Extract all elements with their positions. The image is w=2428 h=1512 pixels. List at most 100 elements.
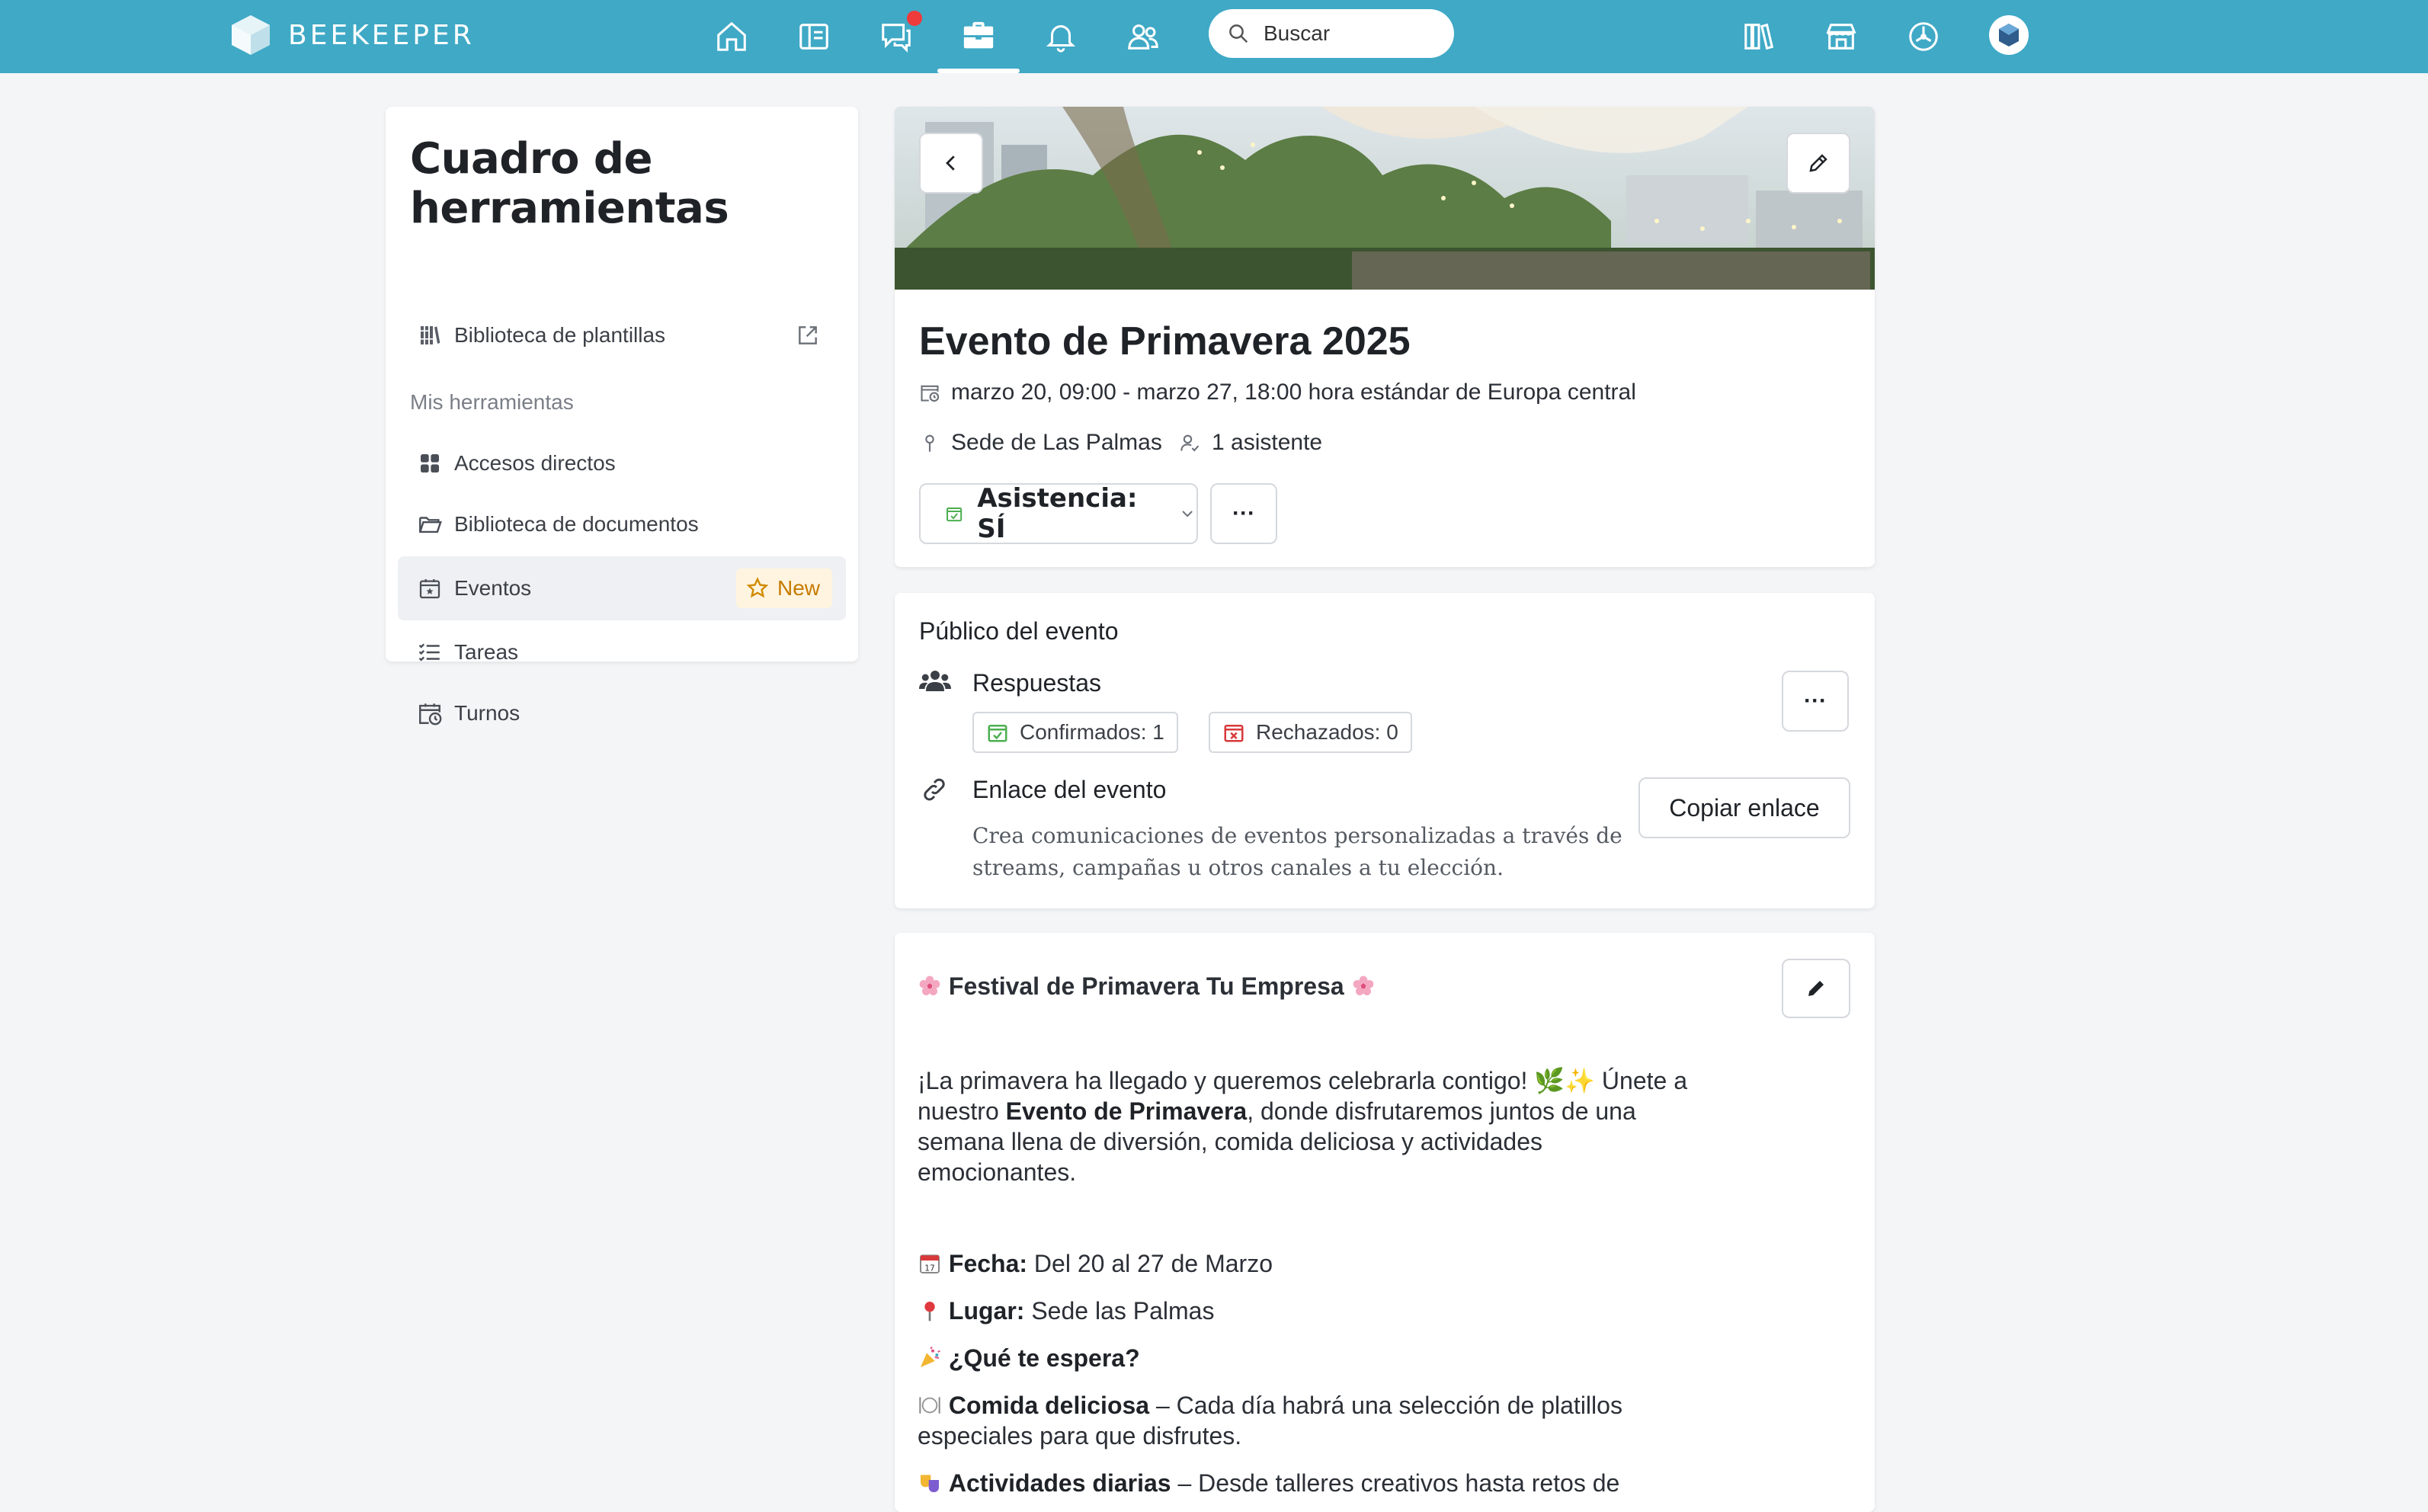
event-attendees[interactable]: 1 asistente: [1180, 430, 1322, 456]
sidebar-item-shifts[interactable]: Turnos: [398, 681, 846, 745]
calendar-check-icon: [988, 725, 1007, 742]
folder-icon: [416, 511, 444, 538]
audience-title: Público del evento: [919, 617, 1119, 645]
edit-cover-button[interactable]: [1786, 133, 1850, 194]
cherry-blossom-icon: [919, 975, 940, 995]
event-description-card: Festival de Primavera Tu Empresa ¡La pri…: [895, 933, 1875, 1512]
beekeeper-logo-icon: [232, 15, 270, 55]
search-input[interactable]: [1264, 21, 1431, 46]
copy-link-button[interactable]: Copiar enlace: [1638, 777, 1850, 838]
notifications-icon[interactable]: [1039, 15, 1082, 58]
sidebar-item-label: Tareas: [454, 640, 519, 664]
event-link-description-line: streams, campañas u otros canales a tu e…: [972, 855, 1504, 880]
search-bar[interactable]: [1209, 9, 1454, 58]
event-header-card: Evento de Primavera 2025 marzo 20, 09:00…: [895, 107, 1875, 567]
star-icon: [746, 577, 769, 598]
place-value: Sede las Palmas: [1024, 1297, 1215, 1325]
date-label: Fecha:: [948, 1250, 1028, 1277]
edit-description-button[interactable]: [1782, 959, 1850, 1018]
food-label: Comida deliciosa: [948, 1392, 1150, 1419]
top-navigation-bar: BEEKEEPER: [0, 0, 2428, 73]
place-label: Lugar:: [948, 1297, 1025, 1325]
rejected-chip[interactable]: Rechazados: 0: [1209, 712, 1412, 753]
intro-line: nuestro Evento de Primavera, donde disfr…: [918, 1096, 1687, 1126]
group-icon: [919, 671, 951, 691]
event-cover-illustration: [895, 107, 1875, 290]
event-title: Evento de Primavera 2025: [919, 319, 1411, 364]
sidebar-item-shortcuts[interactable]: Accesos directos: [398, 431, 846, 495]
more-dots-icon: ···: [1232, 501, 1255, 526]
sidebar-item-documents[interactable]: Biblioteca de documentos: [398, 492, 846, 556]
pencil-icon: [1808, 981, 1824, 996]
intro-text: , donde disfrutaremos juntos de una: [1247, 1097, 1636, 1125]
sidebar-item-template-library[interactable]: Biblioteca de plantillas: [398, 303, 846, 367]
event-more-button[interactable]: ···: [1210, 483, 1277, 544]
search-icon: [1229, 24, 1248, 43]
chevron-down-icon: [1182, 511, 1193, 517]
library-books-icon: [416, 322, 444, 349]
responses-more-button[interactable]: ···: [1782, 671, 1849, 732]
library-icon[interactable]: [1738, 15, 1780, 58]
calendar-star-icon: [416, 575, 444, 602]
external-link-icon[interactable]: [796, 323, 820, 348]
checklist-icon: [416, 639, 444, 666]
sidebar-item-label: Turnos: [454, 701, 521, 725]
date-line: 17 Fecha: Del 20 al 27 de Marzo: [918, 1248, 1273, 1279]
sidebar-item-tasks[interactable]: Tareas: [398, 620, 846, 684]
confirmed-chip[interactable]: Confirmados: 1: [972, 712, 1178, 753]
sidebar-title: Cuadro de herramientas: [410, 134, 729, 233]
performing-arts-icon: [921, 1475, 939, 1492]
avatar-icon: [1999, 24, 2019, 46]
intro-line: emocionantes.: [918, 1158, 1077, 1186]
svg-text:17: 17: [924, 1263, 935, 1273]
description-heading-text: Festival de Primavera Tu Empresa: [948, 972, 1344, 1000]
what-awaits-text: ¿Qué te espera?: [948, 1344, 1140, 1372]
people-icon[interactable]: [1122, 15, 1164, 58]
food-line-2: especiales para que disfrutes.: [918, 1422, 1242, 1450]
back-button[interactable]: [919, 133, 983, 194]
event-datetime-text: marzo 20, 09:00 - marzo 27, 18:00 hora e…: [951, 380, 1636, 405]
food-line-1: Comida deliciosa – Cada día habrá una se…: [918, 1390, 1622, 1421]
newsfeed-icon[interactable]: [793, 15, 835, 58]
brand-name: BEEKEEPER: [288, 19, 475, 51]
description-intro: ¡La primavera ha llegado y queremos cele…: [918, 1065, 1687, 1187]
description-heading: Festival de Primavera Tu Empresa: [918, 971, 1376, 1001]
activities-value: – Desde talleres creativos hasta retos d…: [1171, 1469, 1620, 1497]
event-link-description-line: Crea comunicaciones de eventos personali…: [972, 823, 1622, 848]
event-link-description: Crea comunicaciones de eventos personali…: [972, 820, 1622, 884]
attendance-label: Asistencia: SÍ: [977, 483, 1138, 544]
activities-label: Actividades diarias: [948, 1469, 1171, 1497]
profile-avatar[interactable]: [1989, 15, 2029, 55]
toolbox-sidebar: Cuadro de herramientas Biblioteca de pla…: [386, 107, 858, 726]
calendar-clock-icon: [416, 700, 444, 727]
attendance-dropdown[interactable]: Asistencia: SÍ: [919, 483, 1198, 544]
event-audience-card: Público del evento Respuestas Confirmado…: [895, 593, 1875, 908]
party-popper-icon: [921, 1346, 940, 1367]
new-badge-label: New: [777, 576, 820, 600]
place-line: Lugar: Sede las Palmas: [918, 1296, 1214, 1326]
more-dots-icon: ···: [1804, 688, 1827, 713]
what-awaits-line: ¿Qué te espera?: [918, 1343, 1140, 1373]
activities-line: Actividades diarias – Desde talleres cre…: [918, 1468, 1619, 1498]
attendee-icon: [1180, 434, 1200, 452]
pushpin-icon: [924, 1302, 935, 1321]
location-pin-icon: [925, 434, 934, 452]
store-icon[interactable]: [1820, 15, 1863, 58]
notification-dot: [907, 11, 922, 26]
brand[interactable]: BEEKEEPER: [230, 14, 475, 56]
sidebar-item-events[interactable]: Eventos New: [398, 556, 846, 620]
intro-text: nuestro: [918, 1097, 1006, 1125]
cherry-blossom-icon: [1353, 975, 1373, 995]
calendar-emoji-icon: 17: [920, 1254, 940, 1273]
event-location-text: Sede de Las Palmas: [951, 430, 1162, 455]
link-icon: [924, 778, 945, 801]
responses-label: Respuestas: [972, 669, 1101, 697]
dashboard-icon[interactable]: [1902, 15, 1945, 58]
sidebar-item-label: Eventos: [454, 576, 532, 600]
chevron-left-icon: [946, 155, 955, 171]
toolbox-icon[interactable]: [957, 15, 1000, 58]
event-attendees-text: 1 asistente: [1212, 430, 1323, 455]
active-nav-indicator: [937, 69, 1020, 73]
home-icon[interactable]: [710, 15, 753, 58]
new-badge: New: [735, 569, 832, 608]
